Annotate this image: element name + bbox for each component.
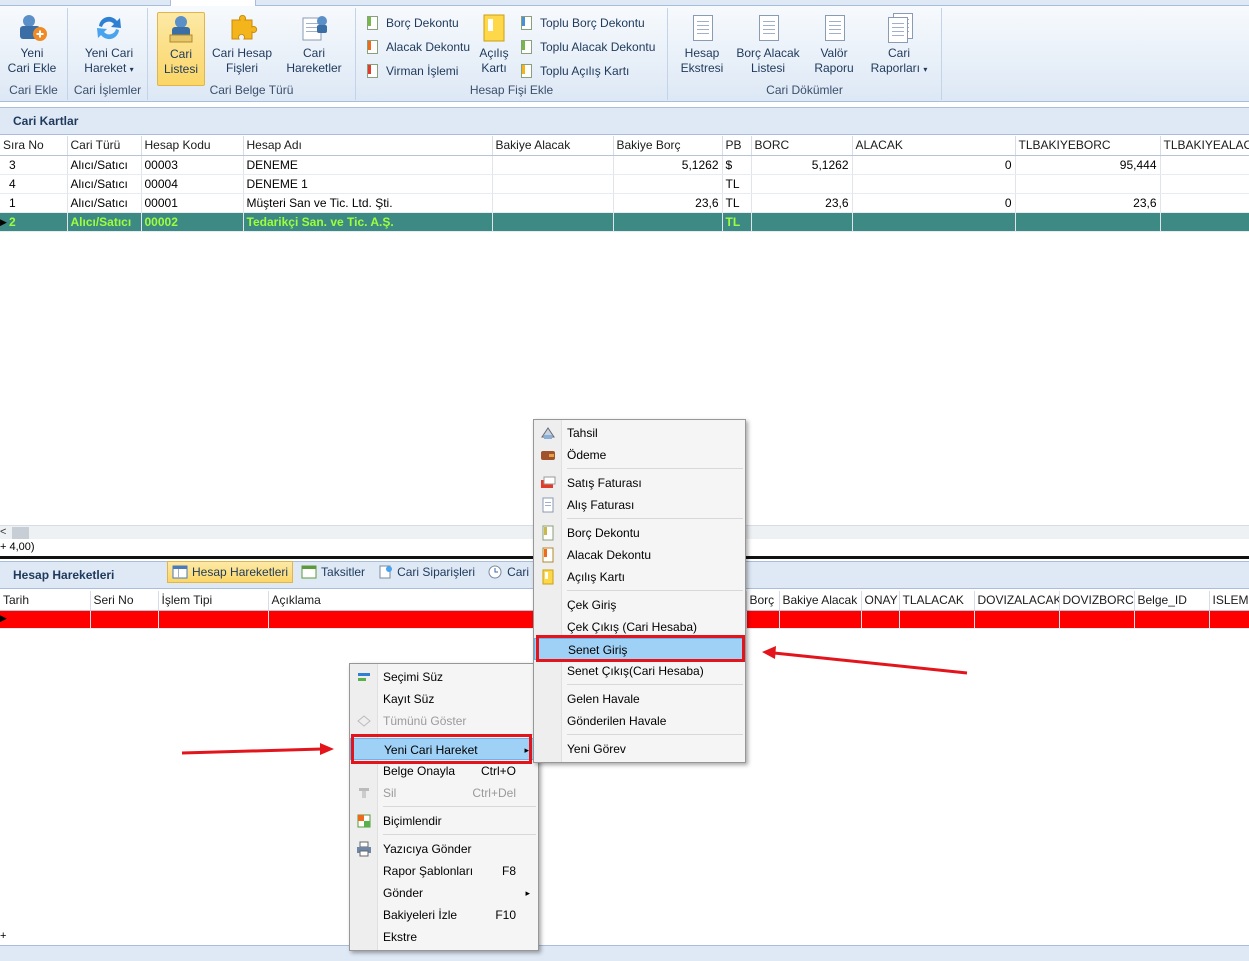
annotation-arrow-right: [762, 646, 968, 675]
annotation-arrows: [181, 646, 968, 755]
annotation-arrow-left: [181, 743, 334, 755]
